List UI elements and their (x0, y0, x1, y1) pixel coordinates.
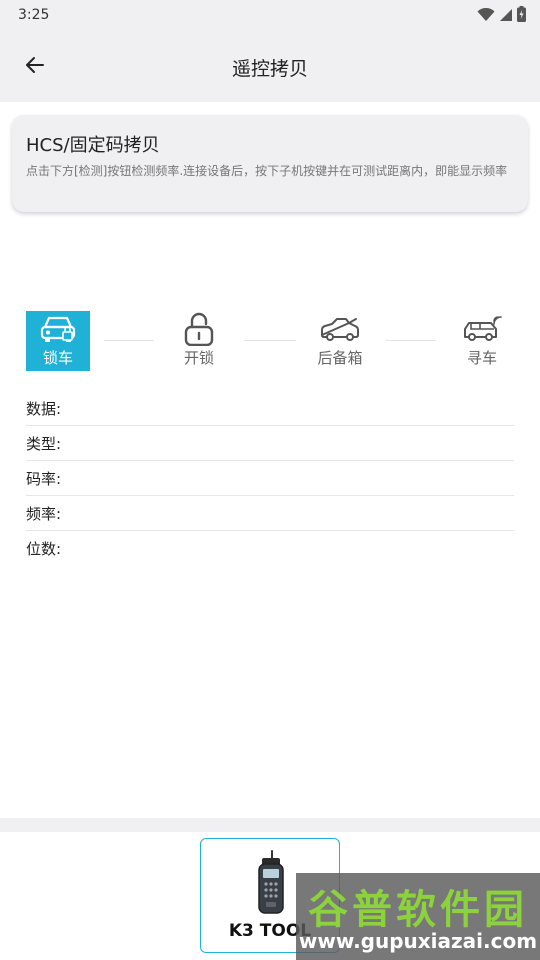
field-label: 频率: (26, 504, 62, 523)
mode-trunk[interactable]: 后备箱 (308, 311, 372, 371)
field-code-rate: 码率: (26, 461, 514, 496)
watermark-url: www.gupuxiazai.com (298, 929, 538, 953)
info-card-description: 点击下方[检测]按钮检测频率.连接设备后，按下子机按键并在可测试距离内，即能显示… (26, 164, 508, 178)
car-lock-icon (26, 311, 90, 347)
battery-icon (517, 6, 526, 26)
result-fields: 数据: 类型: 码率: 频率: 位数: (26, 391, 514, 566)
mode-label: 寻车 (466, 349, 497, 367)
watermark: 谷普软件园 www.gupuxiazai.com (296, 873, 540, 960)
remote-key-device-icon (251, 849, 291, 915)
bottom-divider (0, 818, 540, 832)
mode-label: 开锁 (183, 349, 214, 367)
wifi-icon (477, 7, 495, 26)
field-type: 类型: (26, 426, 514, 461)
info-card: HCS/固定码拷贝 点击下方[检测]按钮检测频率.连接设备后，按下子机按键并在可… (12, 115, 528, 212)
field-label: 类型: (26, 434, 62, 453)
status-time: 3:25 (18, 7, 50, 23)
page-title: 遥控拷贝 (231, 58, 308, 80)
info-card-title: HCS/固定码拷贝 (26, 135, 160, 156)
car-trunk-icon (308, 311, 372, 347)
mode-connector (104, 340, 154, 341)
mode-label: 锁车 (42, 349, 73, 367)
car-find-icon (450, 311, 514, 347)
field-frequency: 频率: (26, 496, 514, 531)
mode-unlock[interactable]: 开锁 (167, 311, 231, 371)
field-bits: 位数: (26, 531, 514, 566)
mode-connector (386, 340, 436, 341)
status-icons (477, 6, 526, 26)
watermark-title: 谷普软件园 (308, 887, 528, 933)
padlock-open-icon (167, 311, 231, 347)
app-bar: 遥控拷贝 (0, 32, 540, 102)
mode-label: 后备箱 (317, 349, 363, 367)
mode-lock-car[interactable]: 锁车 (26, 311, 90, 371)
mode-find-car[interactable]: 寻车 (450, 311, 514, 371)
field-label: 数据: (26, 399, 62, 418)
mode-selector: 锁车 开锁 后备箱 寻车 (0, 308, 540, 376)
mode-connector (244, 340, 296, 341)
field-label: 码率: (26, 469, 62, 488)
status-bar: 3:25 (0, 0, 540, 32)
signal-icon (499, 7, 513, 26)
field-label: 位数: (26, 540, 62, 558)
field-data: 数据: (26, 391, 514, 426)
